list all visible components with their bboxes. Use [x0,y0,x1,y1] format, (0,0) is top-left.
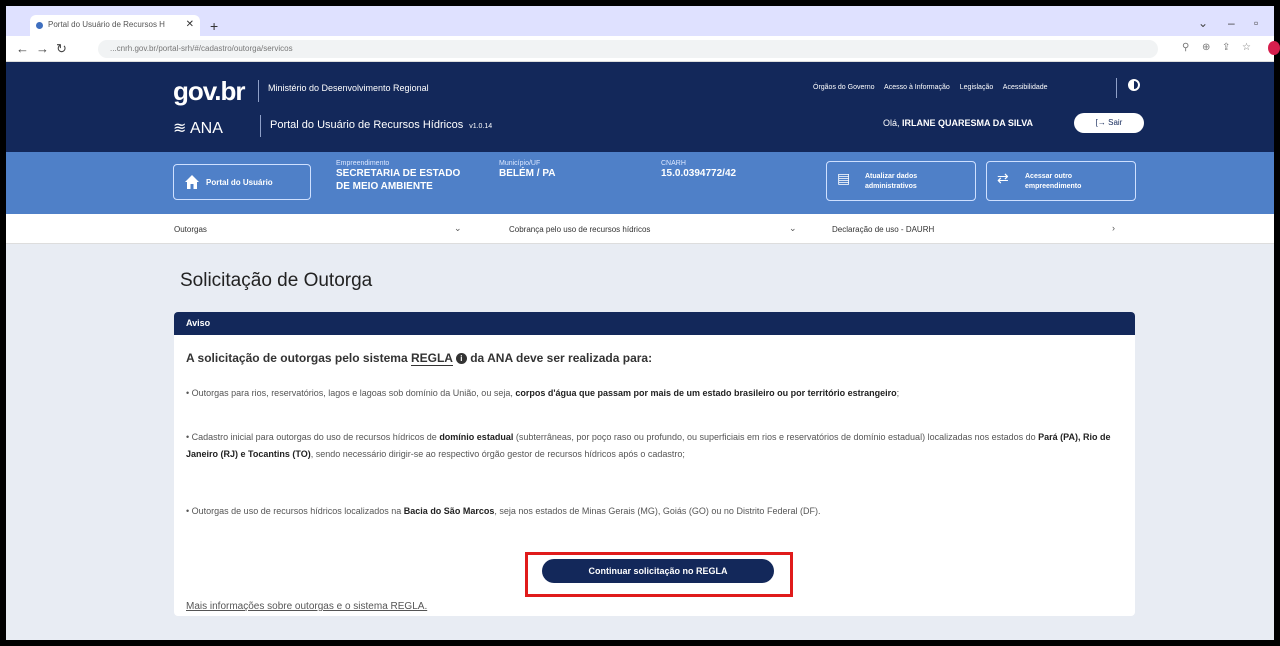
portal-home-button[interactable]: Portal do Usuário [173,164,311,200]
contrast-icon[interactable] [1128,79,1140,91]
chevron-right-icon[interactable]: › [1112,223,1115,233]
profile-avatar[interactable] [1268,41,1280,55]
logout-label: Sair [1108,118,1123,127]
link-government-bodies[interactable]: Órgãos do Governo [813,84,874,91]
user-name: IRLANE QUARESMA DA SILVA [902,118,1034,128]
menu-declaracao[interactable]: Declaração de uso - DAURH [832,225,934,234]
share-icon[interactable]: ⇪ [1222,42,1230,53]
logout-icon: [→ [1095,118,1106,127]
logout-button[interactable]: [→ Sair [1074,113,1144,133]
menu-outorgas[interactable]: Outorgas [174,225,207,234]
p2-bold1: domínio estadual [439,432,514,442]
enterprise-field: Empreendimento SECRETARIA DE ESTADO DE M… [336,160,460,193]
portal-title-text: Portal do Usuário de Recursos Hídricos [270,119,464,131]
regla-term[interactable]: REGLA [410,351,453,366]
chevron-down-icon[interactable]: ⌄ [789,223,797,234]
p1-text: • Outorgas para rios, reservatórios, lag… [186,388,513,398]
p3-a: • Outorgas de uso de recursos hídricos l… [186,506,402,516]
close-tab-icon[interactable]: ✕ [186,19,194,30]
ana-logo-text: ANA [189,120,223,137]
link-legislation[interactable]: Legislação [960,84,993,91]
divider [1116,78,1117,98]
p2-b: (subterrâneas, por poço raso ou profundo… [515,432,1036,442]
browser-tab[interactable]: Portal do Usuário de Recursos H ✕ [30,15,200,36]
forward-icon[interactable]: → [36,41,49,56]
portal-home-label: Portal do Usuário [206,178,273,187]
portal-title: Portal do Usuário de Recursos Hídricos v1… [270,119,492,131]
url-input[interactable]: ...cnrh.gov.br/portal-srh/#/cadastro/out… [98,40,1158,58]
chevron-down-icon[interactable]: ⌄ [454,223,462,234]
browser-address-bar: ← → ↻ ...cnrh.gov.br/portal-srh/#/cadast… [6,36,1280,62]
menu-cobranca[interactable]: Cobrança pelo uso de recursos hídricos [509,225,650,234]
switch-enterprise-button[interactable]: ⇄ Acessar outro empreendimento [986,161,1136,201]
reload-icon[interactable]: ↻ [56,41,67,57]
intro-before: A solicitação de outorgas pelo sistema [186,351,408,365]
top-links: Órgãos do Governo Acesso à Informação Le… [813,84,1056,91]
continue-regla-button[interactable]: Continuar solicitação no REGLA [542,559,774,583]
ana-logo[interactable]: ≋ ANA [173,118,223,138]
list-icon: ▤ [837,170,851,186]
cnarh-value: 15.0.0394772/42 [661,168,737,179]
enterprise-value-line2: DE MEIO AMBIENTE [336,181,433,192]
intro-text: A solicitação de outorgas pelo sistema R… [186,351,653,366]
wave-icon: ≋ [173,120,187,137]
info-icon[interactable]: i [455,353,467,364]
bullet-sao-marcos: • Outorgas de uso de recursos hídricos l… [186,503,1126,520]
cnarh-label: CNARH [661,160,686,167]
enterprise-label: Empreendimento [336,160,390,167]
back-icon[interactable]: ← [16,41,29,56]
link-information-access[interactable]: Acesso à Informação [884,84,950,91]
user-greeting: Olá, IRLANE QUARESMA DA SILVA [883,118,1033,128]
notice-card: Aviso A solicitação de outorgas pelo sis… [174,312,1135,616]
ministry-name: Ministério do Desenvolvimento Regional [268,83,429,93]
cnarh-field: CNARH 15.0.0394772/42 [661,160,736,180]
p1-end: ; [896,388,900,398]
site-header: gov.br Ministério do Desenvolvimento Reg… [6,62,1274,152]
main-menu: Outorgas ⌄ Cobrança pelo uso de recursos… [6,214,1274,244]
bullet-state: • Cadastro inicial para outorgas do uso … [186,429,1126,463]
p2-c: , sendo necessário dirigir-se ao respect… [310,449,685,459]
divider [260,115,261,137]
more-info-link[interactable]: Mais informações sobre outorgas e o sist… [186,601,427,612]
update-admin-data-button[interactable]: ▤ Atualizar dados administrativos [826,161,976,201]
city-field: Município/UF BELÉM / PA [499,160,555,180]
home-icon [185,175,199,189]
zoom-icon[interactable]: ⊕ [1202,42,1210,53]
link-accessibility[interactable]: Acessibilidade [1003,84,1048,91]
greeting-prefix: Olá, [883,118,900,128]
intro-after: da ANA deve ser realizada para: [470,351,653,365]
p1-bold: corpos d'água que passam por mais de um … [515,388,897,398]
tab-title: Portal do Usuário de Recursos H [48,20,165,29]
new-tab-icon[interactable]: + [210,18,218,34]
favicon-icon [36,22,43,29]
p3-b: , seja nos estados de Minas Gerais (MG),… [494,506,821,516]
switch-button-line1: Acessar outro [1025,173,1073,180]
page-title: Solicitação de Outorga [180,270,373,291]
switch-button-line2: empreendimento [1025,183,1082,190]
p2-a: • Cadastro inicial para outorgas do uso … [186,432,437,442]
screen-frame-bottom [0,640,1280,646]
star-icon[interactable]: ☆ [1242,42,1251,53]
city-value: BELÉM / PA [499,168,556,179]
chevron-down-icon[interactable]: ⌄ [1198,16,1208,30]
bullet-federal: • Outorgas para rios, reservatórios, lag… [186,385,1126,402]
minimize-icon[interactable]: – [1228,16,1235,30]
enterprise-bar: Portal do Usuário Empreendimento SECRETA… [6,152,1274,214]
govbr-logo[interactable]: gov.br [173,76,246,107]
enterprise-value-line1: SECRETARIA DE ESTADO [336,168,461,179]
swap-arrows-icon: ⇄ [997,170,1009,186]
divider [258,80,259,102]
browser-tabbar: Portal do Usuário de Recursos H ✕ + ⌄ – … [6,6,1274,36]
maximize-icon[interactable]: ▫ [1254,16,1258,30]
card-header: Aviso [174,312,1135,335]
update-button-line1: Atualizar dados [865,173,918,180]
key-icon[interactable]: ⚲ [1182,42,1189,53]
update-button-line2: administrativos [865,183,917,190]
version-label: v1.0.14 [469,123,493,130]
city-label: Município/UF [499,160,541,167]
p3-bold: Bacia do São Marcos [403,506,495,516]
